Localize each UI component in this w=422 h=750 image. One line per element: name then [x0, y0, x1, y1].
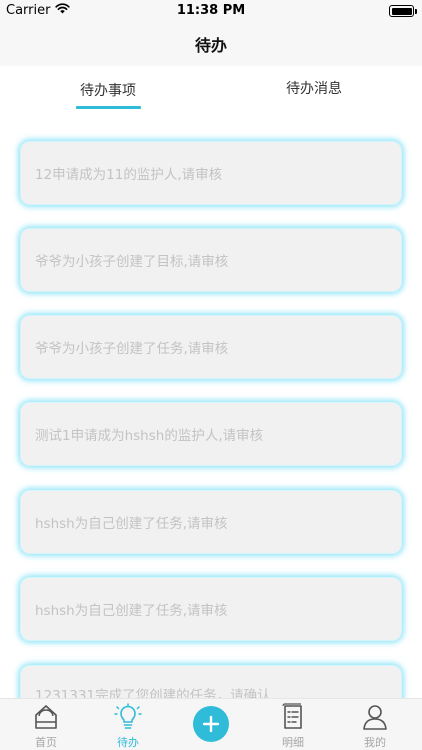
list-item[interactable]: 1231331完成了您创建的任务，请确认 — [20, 665, 402, 698]
list-item[interactable]: 爷爷为小孩子创建了任务,请审核 — [20, 315, 402, 379]
tab-todo-items[interactable]: 待办事项 — [80, 80, 136, 100]
add-button[interactable] — [193, 706, 229, 742]
nav-bar: 待办 — [0, 22, 422, 66]
tab-home-label: 首页 — [35, 736, 57, 749]
battery-icon — [389, 5, 417, 17]
status-bar: Carrier 11:38 PM — [0, 0, 422, 22]
tab-todo-messages[interactable]: 待办消息 — [286, 78, 342, 98]
plus-icon — [202, 715, 220, 733]
tab-details-label: 明细 — [282, 736, 304, 749]
tab-add[interactable] — [169, 699, 253, 750]
document-icon — [282, 703, 302, 729]
list-item-text: 爷爷为小孩子创建了任务,请审核 — [35, 341, 229, 357]
tab-details[interactable]: 明细 — [251, 699, 335, 750]
list-item-text: 测试1申请成为hshsh的监护人,请审核 — [35, 428, 264, 444]
status-right — [389, 5, 417, 17]
person-icon — [363, 705, 387, 730]
list-item[interactable]: hshsh为自己创建了任务,请审核 — [20, 577, 402, 641]
tab-home[interactable]: 首页 — [4, 699, 88, 750]
lightbulb-icon — [114, 703, 142, 729]
todo-list[interactable]: 12申请成为11的监护人,请审核 爷爷为小孩子创建了目标,请审核 爷爷为小孩子创… — [0, 116, 422, 698]
tab-todo-label: 待办 — [117, 736, 139, 749]
tab-mine[interactable]: 我的 — [333, 699, 417, 750]
tab-mine-label: 我的 — [364, 736, 386, 749]
list-item-text: hshsh为自己创建了任务,请审核 — [35, 603, 228, 619]
list-item-text: 1231331完成了您创建的任务，请确认 — [35, 688, 271, 698]
page-title: 待办 — [194, 36, 227, 55]
list-item[interactable]: 测试1申请成为hshsh的监护人,请审核 — [20, 402, 402, 466]
list-item-text: 爷爷为小孩子创建了目标,请审核 — [35, 254, 229, 270]
tab-todo[interactable]: 待办 — [86, 699, 170, 750]
active-tab-indicator — [76, 106, 141, 109]
list-item-text: hshsh为自己创建了任务,请审核 — [35, 516, 228, 532]
status-time: 11:38 PM — [176, 3, 246, 18]
list-item[interactable]: 12申请成为11的监护人,请审核 — [20, 141, 402, 205]
list-item[interactable]: 爷爷为小孩子创建了目标,请审核 — [20, 228, 402, 292]
segment-tabs: 待办事项 待办消息 — [0, 66, 422, 116]
bottom-tab-bar: 首页 待办 明细 我的 — [0, 698, 422, 750]
home-icon — [35, 705, 57, 729]
list-item[interactable]: hshsh为自己创建了任务,请审核 — [20, 490, 402, 554]
list-item-text: 12申请成为11的监护人,请审核 — [35, 167, 223, 183]
